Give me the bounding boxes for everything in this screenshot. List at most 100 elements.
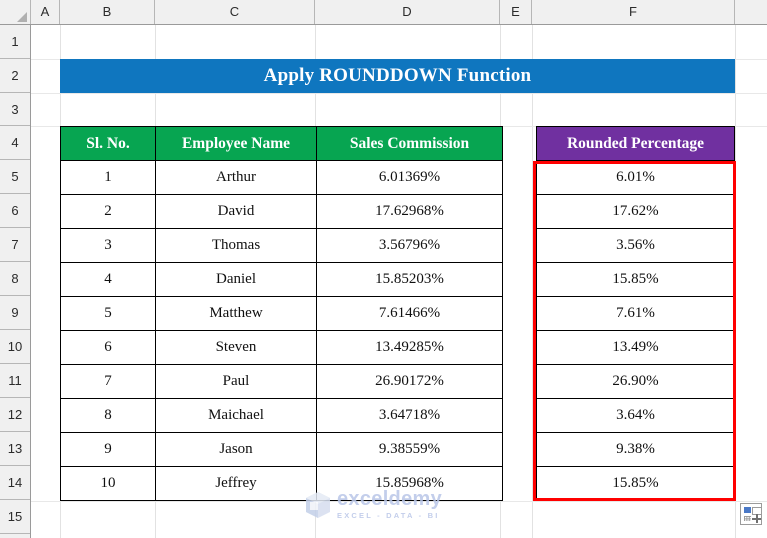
cell-commission[interactable]: 6.01369% [316, 160, 503, 195]
column-header-c[interactable]: C [155, 0, 315, 24]
column-header-e[interactable]: E [500, 0, 532, 24]
table-row[interactable]: 2 David 17.62968% [60, 194, 503, 229]
table-row[interactable]: 1 Arthur 6.01369% [60, 160, 503, 195]
cell-sl-no[interactable]: 5 [60, 296, 156, 331]
cell-commission[interactable]: 17.62968% [316, 194, 503, 229]
table-row[interactable]: 9 Jason 9.38559% [60, 432, 503, 467]
cell-commission[interactable]: 3.64718% [316, 398, 503, 433]
row-header-15[interactable]: 15 [0, 500, 30, 534]
cell-sl-no[interactable]: 10 [60, 466, 156, 501]
row-header-11[interactable]: 11 [0, 364, 30, 398]
gridline-horizontal [31, 93, 767, 94]
cell-sl-no[interactable]: 3 [60, 228, 156, 263]
table-row[interactable]: 17.62% [536, 194, 735, 229]
cell-sl-no[interactable]: 7 [60, 364, 156, 399]
column-header-g[interactable] [735, 0, 767, 24]
spreadsheet-canvas: A B C D E F 1 2 3 4 5 6 7 8 9 10 11 12 1… [0, 0, 767, 538]
row-header-5[interactable]: 5 [0, 160, 30, 194]
table-header-row: Rounded Percentage [536, 126, 735, 161]
row-header-9[interactable]: 9 [0, 296, 30, 330]
row-header-6[interactable]: 6 [0, 194, 30, 228]
cell-commission[interactable]: 13.49285% [316, 330, 503, 365]
column-header-strip: A B C D E F [0, 0, 767, 25]
watermark-brand-name: exceldemy [337, 488, 442, 510]
cell-employee[interactable]: Paul [155, 364, 317, 399]
cell-sl-no[interactable]: 8 [60, 398, 156, 433]
cell-rounded-percentage[interactable]: 9.38% [536, 432, 735, 467]
row-header-10[interactable]: 10 [0, 330, 30, 364]
cell-sl-no[interactable]: 9 [60, 432, 156, 467]
cell-commission[interactable]: 15.85203% [316, 262, 503, 297]
quick-analysis-button[interactable] [740, 503, 762, 525]
cell-employee[interactable]: Matthew [155, 296, 317, 331]
table-row[interactable]: 7.61% [536, 296, 735, 331]
table-row[interactable]: 15.85% [536, 262, 735, 297]
table-row[interactable]: 9.38% [536, 432, 735, 467]
cell-rounded-percentage[interactable]: 7.61% [536, 296, 735, 331]
cell-commission[interactable]: 9.38559% [316, 432, 503, 467]
cell-rounded-percentage[interactable]: 15.85% [536, 466, 735, 501]
row-header-12[interactable]: 12 [0, 398, 30, 432]
table-row[interactable]: 15.85% [536, 466, 735, 501]
table-row[interactable]: 26.90% [536, 364, 735, 399]
watermark-tagline: EXCEL - DATA - BI [337, 511, 440, 520]
cell-employee[interactable]: Steven [155, 330, 317, 365]
table-row[interactable]: 8 Maichael 3.64718% [60, 398, 503, 433]
cell-rounded-percentage[interactable]: 17.62% [536, 194, 735, 229]
column-header-f[interactable]: F [532, 0, 735, 24]
gridline-vertical [532, 25, 533, 538]
cell-sl-no[interactable]: 2 [60, 194, 156, 229]
gridline-vertical [735, 25, 736, 538]
column-header-sales-commission: Sales Commission [316, 126, 503, 161]
cell-commission[interactable]: 3.56796% [316, 228, 503, 263]
row-header-14[interactable]: 14 [0, 466, 30, 500]
table-row[interactable]: 3.64% [536, 398, 735, 433]
column-header-d[interactable]: D [315, 0, 500, 24]
sales-commission-table: Sl. No. Employee Name Sales Commission 1… [60, 126, 503, 501]
table-row[interactable]: 4 Daniel 15.85203% [60, 262, 503, 297]
row-header-1[interactable]: 1 [0, 25, 30, 59]
column-header-sl-no: Sl. No. [60, 126, 156, 161]
cell-employee[interactable]: David [155, 194, 317, 229]
row-header-4[interactable]: 4 [0, 126, 30, 160]
page-title: Apply ROUNDDOWN Function [263, 65, 532, 86]
cell-commission[interactable]: 26.90172% [316, 364, 503, 399]
cell-employee[interactable]: Jeffrey [155, 466, 317, 501]
table-header-row: Sl. No. Employee Name Sales Commission [60, 126, 503, 161]
exceldemy-watermark: exceldemy EXCEL - DATA - BI [305, 489, 442, 521]
table-row[interactable]: 5 Matthew 7.61466% [60, 296, 503, 331]
cell-rounded-percentage[interactable]: 13.49% [536, 330, 735, 365]
cell-rounded-percentage[interactable]: 6.01% [536, 160, 735, 195]
cell-rounded-percentage[interactable]: 15.85% [536, 262, 735, 297]
row-header-13[interactable]: 13 [0, 432, 30, 466]
table-row[interactable]: 3.56% [536, 228, 735, 263]
cell-rounded-percentage[interactable]: 3.56% [536, 228, 735, 263]
row-header-3[interactable]: 3 [0, 93, 30, 126]
cell-employee[interactable]: Thomas [155, 228, 317, 263]
cell-sl-no[interactable]: 1 [60, 160, 156, 195]
cell-commission[interactable]: 7.61466% [316, 296, 503, 331]
row-header-2[interactable]: 2 [0, 59, 30, 93]
row-header-8[interactable]: 8 [0, 262, 30, 296]
column-header-b[interactable]: B [60, 0, 155, 24]
table-row[interactable]: 7 Paul 26.90172% [60, 364, 503, 399]
table-row[interactable]: 13.49% [536, 330, 735, 365]
cell-employee[interactable]: Daniel [155, 262, 317, 297]
table-row[interactable]: 6.01% [536, 160, 735, 195]
cell-rounded-percentage[interactable]: 26.90% [536, 364, 735, 399]
select-all-corner[interactable] [0, 0, 31, 24]
row-header-7[interactable]: 7 [0, 228, 30, 262]
column-header-rounded-percentage: Rounded Percentage [536, 126, 735, 161]
cell-sl-no[interactable]: 4 [60, 262, 156, 297]
row-header-strip: 1 2 3 4 5 6 7 8 9 10 11 12 13 14 15 [0, 25, 31, 538]
cell-employee[interactable]: Jason [155, 432, 317, 467]
quick-analysis-icon [741, 504, 762, 524]
column-header-a[interactable]: A [31, 0, 60, 24]
table-row[interactable]: 3 Thomas 3.56796% [60, 228, 503, 263]
cell-rounded-percentage[interactable]: 3.64% [536, 398, 735, 433]
cell-employee[interactable]: Arthur [155, 160, 317, 195]
cell-employee[interactable]: Maichael [155, 398, 317, 433]
cell-sl-no[interactable]: 6 [60, 330, 156, 365]
exceldemy-logo-icon [305, 491, 331, 519]
table-row[interactable]: 6 Steven 13.49285% [60, 330, 503, 365]
